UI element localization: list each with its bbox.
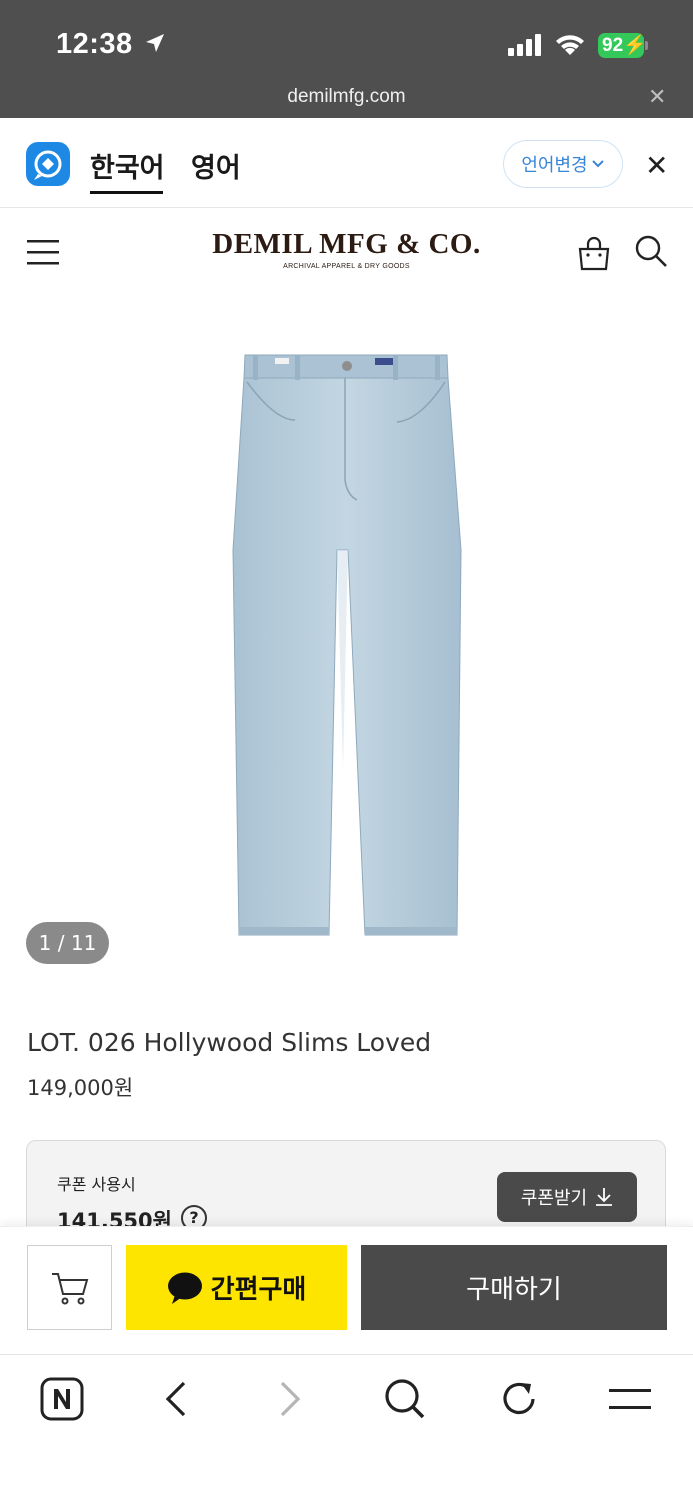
download-icon xyxy=(596,1188,613,1206)
product-image-gallery[interactable]: 1 / 11 xyxy=(0,300,693,990)
wifi-icon xyxy=(555,33,585,61)
purchase-bar: 간편구매 구매하기 xyxy=(0,1226,693,1354)
shopping-bag-icon[interactable] xyxy=(577,235,611,275)
quick-buy-label: 간편구매 xyxy=(210,1275,307,1305)
url-bar[interactable]: demilmfg.com xyxy=(0,86,693,108)
cart-icon xyxy=(52,1273,89,1305)
tab-english[interactable]: 영어 xyxy=(191,146,241,185)
refresh-icon[interactable] xyxy=(497,1377,541,1425)
cellular-signal-icon xyxy=(508,34,544,60)
location-arrow-icon xyxy=(144,32,166,58)
battery-level: 92 xyxy=(602,35,624,56)
close-translate-icon[interactable]: ✕ xyxy=(645,149,668,182)
status-time: 12:38 xyxy=(56,28,133,60)
quick-buy-button[interactable]: 간편구매 xyxy=(126,1245,347,1330)
change-language-button[interactable]: 언어변경 xyxy=(503,140,623,188)
product-price: 149,000원 xyxy=(27,1076,134,1100)
browser-toolbar xyxy=(0,1354,693,1500)
search-icon[interactable] xyxy=(383,1377,427,1425)
get-coupon-label: 쿠폰받기 xyxy=(520,1188,588,1209)
change-language-label: 언어변경 xyxy=(521,155,588,176)
site-header: DEMIL MFG & CO. ARCHIVAL APPAREL & DRY G… xyxy=(0,209,693,295)
battery-indicator: 92⚡ xyxy=(598,33,647,58)
naver-home-icon[interactable] xyxy=(40,1377,84,1425)
battery-tip xyxy=(645,41,648,50)
translator-logo-icon xyxy=(26,142,70,186)
product-image xyxy=(232,354,462,936)
get-coupon-button[interactable]: 쿠폰받기 xyxy=(497,1172,637,1222)
chat-bubble-icon xyxy=(167,1272,202,1304)
tab-korean[interactable]: 한국어 xyxy=(90,146,165,185)
buy-now-label: 구매하기 xyxy=(466,1275,562,1305)
back-icon[interactable] xyxy=(160,1377,190,1425)
product-name: LOT. 026 Hollywood Slims Loved xyxy=(27,1028,432,1057)
search-icon[interactable] xyxy=(634,234,668,272)
forward-icon[interactable] xyxy=(276,1377,306,1425)
buy-now-button[interactable]: 구매하기 xyxy=(361,1245,667,1330)
chevron-down-icon xyxy=(591,160,604,168)
translate-bar: 한국어 영어 언어변경 ✕ xyxy=(0,118,693,208)
status-bar: 12:38 92⚡ demilmfg.com ✕ xyxy=(0,0,693,118)
add-to-cart-button[interactable] xyxy=(27,1245,112,1330)
menu-icon[interactable] xyxy=(609,1377,651,1425)
coupon-label: 쿠폰 사용시 xyxy=(57,1175,136,1194)
active-tab-indicator xyxy=(90,191,163,194)
image-counter: 1 / 11 xyxy=(26,922,109,964)
close-icon[interactable]: ✕ xyxy=(648,85,666,110)
